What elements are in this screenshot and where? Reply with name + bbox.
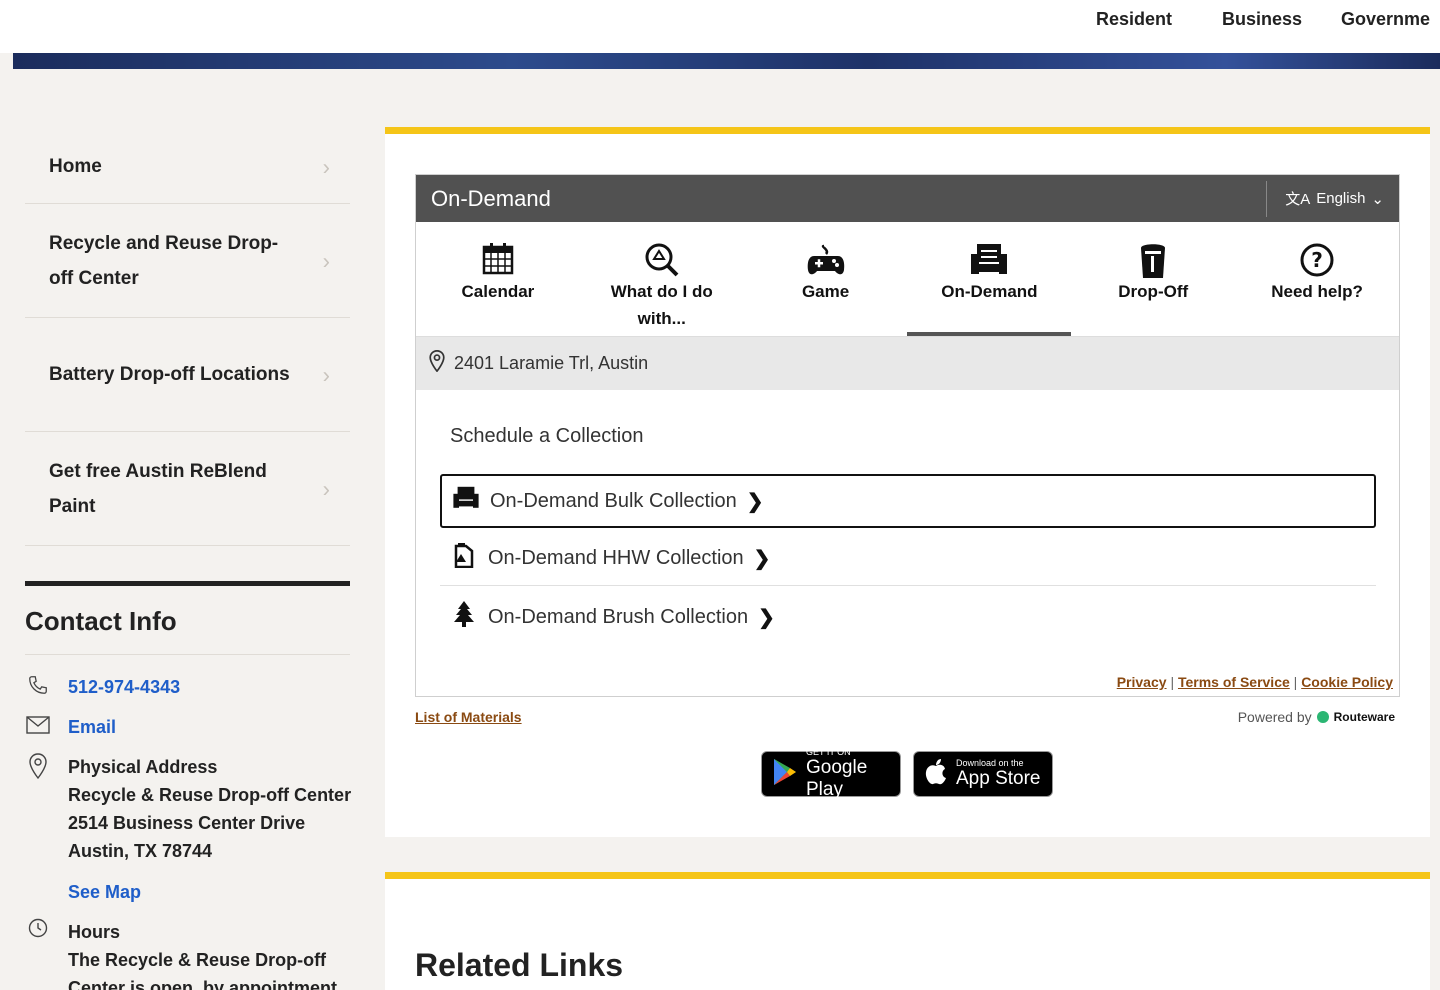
app-store-small: Download on the (956, 758, 1024, 768)
physical-address-label: Physical Address (68, 757, 218, 777)
chevron-right-icon: ❯ (753, 548, 771, 570)
tree-icon (450, 600, 478, 635)
sidebar-item-home[interactable]: Home › (25, 130, 350, 204)
nav-government[interactable]: Governme (1341, 9, 1430, 30)
contact-divider-bar (25, 581, 350, 586)
question-icon: ? (1299, 242, 1335, 278)
hours-text: The Recycle & Reuse Drop-off (68, 950, 327, 970)
armchair-icon (452, 485, 480, 518)
google-play-small: GET IT ON (806, 747, 851, 757)
sidebar-item-label: Home (49, 156, 102, 177)
phone-icon (25, 674, 51, 701)
on-demand-widget: On-Demand 文A English ⌄ Calendar What do … (415, 174, 1400, 697)
address-line: 2514 Business Center Drive (68, 813, 306, 833)
bulk-collection-link[interactable]: On-Demand Bulk Collection ❯ (440, 474, 1376, 528)
privacy-link[interactable]: Privacy (1117, 674, 1167, 690)
app-store-button[interactable]: Download on the App Store (913, 751, 1053, 797)
tab-label: On-Demand (941, 282, 1038, 301)
sidebar-item-battery[interactable]: Battery Drop-off Locations › (25, 318, 350, 432)
tab-label: Game (801, 282, 850, 301)
terms-link[interactable]: Terms of Service (1178, 674, 1290, 690)
tab-on-demand[interactable]: On-Demand (907, 222, 1072, 336)
powered-by-label: Powered by (1237, 709, 1312, 725)
routeware-logo-text: Routeware (1333, 710, 1395, 724)
armchair-icon (969, 242, 1009, 278)
location-pin-icon (428, 349, 446, 377)
recycle-search-icon (644, 242, 680, 278)
language-label: English (1316, 190, 1366, 207)
address-line: Recycle & Reuse Drop-off Center (68, 785, 352, 805)
address-text: 2401 Laramie Trl, Austin (454, 353, 649, 373)
main-content-card: On-Demand 文A English ⌄ Calendar What do … (385, 127, 1430, 837)
chevron-right-icon: › (322, 248, 330, 273)
related-links-title: Related Links (415, 947, 624, 983)
widget-title: On-Demand (431, 185, 551, 211)
phone-link[interactable]: 512-974-4343 (68, 673, 180, 701)
widget-header: On-Demand 文A English ⌄ (416, 175, 1399, 222)
powered-by: Powered by Routeware (1238, 709, 1395, 725)
brush-collection-link[interactable]: On-Demand Brush Collection ❯ (440, 590, 1376, 644)
collection-label: On-Demand Bulk Collection (490, 489, 737, 512)
gamepad-icon (806, 242, 846, 278)
separator: | (1170, 674, 1178, 690)
chevron-right-icon: ❯ (746, 490, 764, 513)
sidebar-item-label: Battery Drop-off Locations (49, 364, 290, 385)
google-play-big: Google Play (806, 757, 868, 800)
clock-icon (25, 918, 51, 943)
hero-banner (13, 53, 1440, 69)
google-play-button[interactable]: GET IT ON Google Play (761, 747, 901, 800)
routeware-logo-icon (1316, 711, 1329, 723)
schedule-title: Schedule a Collection (450, 425, 644, 447)
list-of-materials-link[interactable]: List of Materials (415, 709, 522, 725)
bin-icon (1138, 242, 1168, 278)
calendar-icon (481, 242, 515, 278)
collection-label: On-Demand Brush Collection (488, 605, 749, 628)
contact-title: Contact Info (25, 606, 177, 636)
apple-icon (924, 758, 948, 791)
hours-label: Hours (68, 922, 121, 942)
divider (25, 654, 350, 655)
tab-need-help[interactable]: ? Need help? (1235, 222, 1399, 336)
address-line: Austin, TX 78744 (68, 841, 213, 861)
chevron-right-icon: ❯ (758, 606, 775, 629)
tab-what-do-i-do[interactable]: What do I do with... (580, 222, 744, 336)
collection-label: On-Demand HHW Collection (488, 547, 744, 569)
legal-links: Privacy | Terms of Service | Cookie Poli… (1117, 674, 1393, 690)
related-links-card: Related Links (385, 872, 1430, 990)
chevron-right-icon: › (322, 362, 330, 387)
hhw-collection-link[interactable]: On-Demand HHW Collection ❯ (440, 532, 1376, 586)
svg-text:?: ? (1311, 248, 1323, 272)
chevron-down-icon: ⌄ (1371, 190, 1384, 208)
hazard-container-icon (450, 542, 478, 575)
app-store-big: App Store (956, 768, 1041, 789)
hours-text: Center is open, by appointment (68, 978, 338, 990)
see-map-link[interactable]: See Map (68, 878, 141, 906)
email-link[interactable]: Email (68, 713, 116, 741)
location-pin-icon (25, 753, 51, 784)
nav-resident[interactable]: Resident (1096, 9, 1172, 30)
tab-label: Need help? (1271, 282, 1363, 301)
language-selector[interactable]: 文A English ⌄ (1266, 180, 1384, 217)
top-navigation: Resident Business Governme (0, 0, 1440, 53)
sidebar-nav: Home › Recycle and Reuse Drop-off Center… (25, 130, 350, 546)
tab-label: Drop-Off (1118, 282, 1189, 301)
widget-tabs: Calendar What do I do with... Game On-De… (416, 222, 1399, 337)
nav-business[interactable]: Business (1222, 9, 1302, 30)
cookie-policy-link[interactable]: Cookie Policy (1301, 674, 1393, 690)
sidebar-item-label: Get free Austin ReBlend Paint (49, 460, 267, 517)
sidebar-item-reblend-paint[interactable]: Get free Austin ReBlend Paint › (25, 432, 350, 546)
chevron-right-icon: › (322, 154, 330, 179)
chevron-right-icon: › (322, 476, 330, 501)
tab-game[interactable]: Game (744, 222, 908, 336)
translate-icon: 文A (1285, 191, 1311, 208)
sidebar-item-label: Recycle and Reuse Drop-off Center (49, 232, 279, 289)
tab-calendar[interactable]: Calendar (416, 222, 580, 336)
tab-label: Calendar (461, 282, 535, 301)
address-bar[interactable]: 2401 Laramie Trl, Austin (416, 337, 1399, 390)
tab-drop-off[interactable]: Drop-Off (1071, 222, 1235, 336)
sidebar-item-recycle-reuse[interactable]: Recycle and Reuse Drop-off Center › (25, 204, 350, 318)
google-play-icon (772, 758, 798, 791)
envelope-icon (25, 716, 51, 739)
tab-label: What do I do with... (610, 282, 713, 328)
